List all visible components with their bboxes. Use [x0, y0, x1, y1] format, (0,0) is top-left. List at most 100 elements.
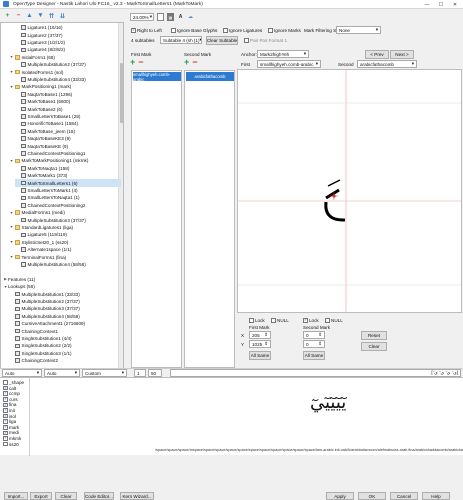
- feature-item[interactable]: ss20: [3, 442, 19, 447]
- second-null-option[interactable]: NULL: [325, 318, 343, 323]
- tree-item[interactable]: SingleSubstitution3 (1/1): [9, 350, 121, 357]
- tree-item[interactable]: MultipleSubstitution3 (37/37): [9, 305, 121, 312]
- tree-item[interactable]: ▼ TerminalForms1 (fina): [9, 253, 121, 260]
- feature-list[interactable]: _shapecaltccmpcursfinainitisolligamarkme…: [0, 378, 30, 456]
- second-lock-checkbox[interactable]: [303, 317, 308, 323]
- first-lock-option[interactable]: Lock: [249, 318, 265, 323]
- tree-item[interactable]: Ligature4 (8/2/8/2): [15, 46, 121, 53]
- preview-text-input[interactable]: [ي ٓ ي ٓ ي ٓ ي ٓ]: [170, 369, 461, 377]
- feature-item[interactable]: mkmk: [3, 435, 21, 441]
- first-null-checkbox[interactable]: [271, 318, 276, 323]
- second-y-input[interactable]: 0 ⇕: [303, 340, 325, 348]
- second-null-checkbox[interactable]: [325, 318, 330, 323]
- ignore-marks-checkbox[interactable]: [268, 28, 273, 33]
- tree-item[interactable]: ▶ Features (11): [3, 276, 121, 283]
- tree-item[interactable]: ▼ Lookups (56): [3, 283, 121, 290]
- tree-item[interactable]: ▼ MarkPositioning1 (mark): [9, 83, 121, 90]
- second-x-input[interactable]: 0 ⇕: [303, 331, 325, 339]
- tree-item[interactable]: MarkToSmallLetters1 (6): [15, 179, 121, 187]
- expand-toggle-icon[interactable]: ▼: [9, 240, 14, 244]
- tree-item[interactable]: NaqtaToBaseKE (9): [15, 142, 121, 149]
- second-all-same-button[interactable]: All Same: [303, 351, 325, 360]
- first-mark-cell[interactable]: smallhighyeh.comb-arabic: [133, 72, 181, 82]
- feature-checkbox[interactable]: [3, 435, 8, 441]
- expand-toggle-icon[interactable]: ▼: [9, 70, 14, 74]
- tree-item[interactable]: ▼ IsolatedForms1 (sol): [9, 68, 121, 75]
- first-all-same-button[interactable]: All Same: [249, 351, 271, 360]
- first-null-option[interactable]: NULL: [271, 318, 289, 323]
- expand-toggle-icon[interactable]: ▼: [9, 55, 14, 59]
- grid-icon[interactable]: ▦: [167, 13, 174, 21]
- apply-button[interactable]: Apply: [326, 492, 354, 500]
- remove-first-mark-icon[interactable]: −: [138, 57, 143, 67]
- expand-toggle-icon[interactable]: ▼: [9, 255, 14, 259]
- second-mark-list[interactable]: arabicfathacomb: [184, 70, 235, 368]
- add-first-mark-icon[interactable]: +: [130, 57, 135, 67]
- tree-item[interactable]: SmallLettersToNaqta1 (1): [15, 194, 121, 201]
- tree-item[interactable]: SingleSubstitution1 (4/4): [9, 335, 121, 342]
- tree-item[interactable]: MultipleSubstitution2 (37/37): [15, 61, 121, 68]
- tree-item[interactable]: MultipleSubstitution4 (58/58): [15, 261, 121, 268]
- script-select[interactable]: Auto ▾: [2, 369, 42, 377]
- lookup-tree[interactable]: Ligature1 (16/16) Ligature2 (37/37) Ligatu…: [0, 22, 124, 369]
- feature-set-select[interactable]: Custom ▾: [82, 369, 127, 377]
- kern-wizard-button[interactable]: Kern Wizard...: [120, 492, 154, 500]
- first-x-input[interactable]: 205 ⇕: [249, 331, 271, 339]
- tree-item[interactable]: ChainedContextPositioning1: [15, 150, 121, 157]
- prev-button[interactable]: < Prev: [365, 50, 389, 59]
- expand-toggle-icon[interactable]: ▼: [9, 225, 14, 229]
- tree-item[interactable]: Alternate1space (1/1): [15, 246, 121, 253]
- text-icon[interactable]: A: [177, 13, 184, 21]
- first-y-input[interactable]: 1025 ⇕: [249, 340, 271, 348]
- anchor-select[interactable]: Mark2highYeh ▾: [257, 50, 309, 58]
- maximize-button[interactable]: ☐: [434, 0, 448, 9]
- right-to-left-checkbox[interactable]: [131, 27, 136, 33]
- move-bottom-icon[interactable]: ⇊: [58, 11, 67, 20]
- move-down-icon[interactable]: ▼: [36, 11, 45, 20]
- tree-item[interactable]: ChainingContext2: [9, 357, 121, 364]
- spinner-icon[interactable]: ⇕: [264, 332, 268, 338]
- code-editor-button[interactable]: Code Editor...: [84, 492, 114, 500]
- second-lock-option[interactable]: Lock: [303, 317, 319, 323]
- spinner-icon[interactable]: ⇕: [318, 332, 322, 338]
- tree-item[interactable]: ChainingContext1: [9, 327, 121, 334]
- tree-item[interactable]: MarkToBase1 (6600): [15, 98, 121, 105]
- clear-button[interactable]: Clear: [55, 492, 77, 500]
- export-button[interactable]: Export: [30, 492, 52, 500]
- tree-item[interactable]: MultipleSubstitution2 (37/37): [9, 298, 121, 305]
- tree-item[interactable]: ▼ MarkToMarkPositioning1 (mkmk): [9, 157, 121, 164]
- mark-filtering-set-select[interactable]: None ▾: [336, 26, 381, 34]
- tree-item[interactable]: NaqtaToBaseKE3 (9): [15, 135, 121, 142]
- move-up-icon[interactable]: ▲: [25, 11, 34, 20]
- tree-item[interactable]: [3, 268, 121, 275]
- spinner-icon[interactable]: ⇕: [318, 341, 322, 347]
- ignore-ligatures-checkbox[interactable]: [223, 28, 228, 33]
- tree-item[interactable]: SmallLettersToBase1 (29): [15, 113, 121, 120]
- remove-second-mark-icon[interactable]: −: [192, 57, 197, 67]
- tree-item[interactable]: SmallLettersToMark1 (4): [15, 187, 121, 194]
- glyph-canvas[interactable]: [237, 69, 462, 313]
- spinner-icon[interactable]: ⇕: [264, 341, 268, 347]
- language-select[interactable]: Auto ▾: [44, 369, 80, 377]
- second-mark-cell[interactable]: arabicfathacomb: [186, 72, 234, 81]
- tree-item[interactable]: MarkToBase_jeem (18): [15, 128, 121, 135]
- tree-item[interactable]: Ligature5 (119/119): [15, 231, 121, 238]
- expand-toggle-icon[interactable]: ▼: [9, 211, 14, 215]
- tree-item[interactable]: NaqtaToBase1 (1296): [15, 91, 121, 98]
- add-icon[interactable]: +: [3, 11, 12, 20]
- first-lock-checkbox[interactable]: [249, 318, 254, 323]
- tree-item[interactable]: SingleSubstitution2 (2/2): [9, 342, 121, 349]
- tree-item[interactable]: ▼ StandardLigatures1 (liga): [9, 224, 121, 231]
- tree-item[interactable]: MarkToNaqta1 (158): [15, 165, 121, 172]
- next-button[interactable]: Next >: [390, 50, 414, 59]
- tree-item[interactable]: MultipleSubstitution4 (58/58): [9, 313, 121, 320]
- size2-input[interactable]: 50: [148, 369, 162, 377]
- ignore-base-glyphs-checkbox[interactable]: [171, 28, 176, 33]
- tree-item[interactable]: MultipleSubstitution1 (33/33): [9, 290, 121, 297]
- first-mark-list[interactable]: smallhighyeh.comb-arabic: [131, 70, 182, 368]
- ok-button[interactable]: OK: [358, 492, 386, 500]
- ignore-ligatures-option[interactable]: Ignore Ligatures: [223, 28, 262, 33]
- add-second-mark-icon[interactable]: +: [184, 57, 189, 67]
- size-input[interactable]: 1: [134, 369, 146, 377]
- tree-item[interactable]: ▼ InitialForm1 (68): [9, 54, 121, 61]
